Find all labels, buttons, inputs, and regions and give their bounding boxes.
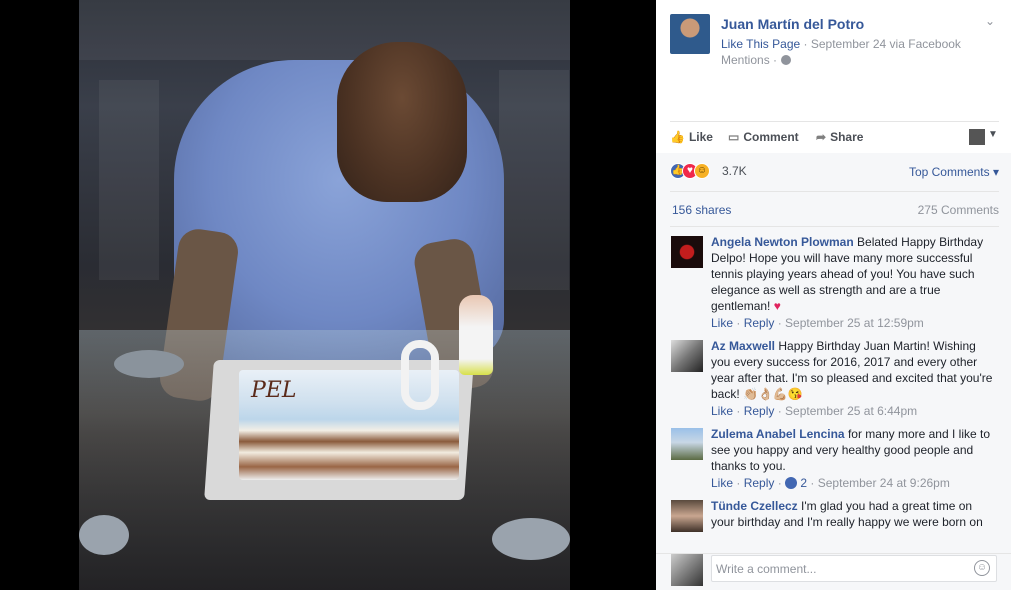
mentions-label[interactable]: Mentions ·: [721, 53, 777, 67]
haha-reaction-icon: ☺: [694, 163, 710, 179]
photo-stool-left: [79, 515, 129, 555]
heart-emoji: ♥: [773, 299, 781, 313]
emoji-icon[interactable]: ☺: [974, 560, 990, 576]
divider: [670, 226, 999, 227]
post-header: Juan Martín del Potro ⌄ Like This Page ·…: [656, 0, 1011, 120]
like-label: Like: [688, 130, 713, 144]
comment-reply-link[interactable]: Reply: [744, 316, 775, 330]
comment-time[interactable]: · September 24 at 9:26pm: [810, 476, 949, 490]
comment-like-count[interactable]: 2: [800, 476, 807, 490]
comment-time[interactable]: · September 25 at 12:59pm: [778, 316, 924, 330]
commenter-name[interactable]: Angela Newton Plowman: [711, 235, 854, 249]
divider: [670, 191, 999, 192]
commenter-avatar[interactable]: [671, 428, 703, 460]
comment-footer: Like · Reply · 2 · September 24 at 9:26p…: [711, 476, 950, 490]
post-meta: Like This Page · September 24 via Facebo…: [721, 37, 961, 51]
page-avatar[interactable]: [670, 14, 710, 54]
photo-candle: [401, 340, 439, 410]
comment-item: Zulema Anabel Lencina for many more and …: [656, 426, 1011, 490]
caret-down-icon: ▼: [988, 129, 998, 140]
my-avatar: [671, 554, 703, 586]
share-arrow-icon: ➦: [816, 130, 827, 144]
comment-input-box[interactable]: ☺: [711, 555, 997, 582]
globe-icon: [781, 55, 792, 65]
chevron-down-icon[interactable]: ⌄: [985, 14, 995, 28]
like-page-link[interactable]: Like This Page: [721, 37, 800, 51]
comments-count[interactable]: 275 Comments: [918, 203, 999, 217]
thumbs-up-icon: 👍: [670, 130, 685, 144]
comment-like-link[interactable]: Like: [711, 316, 733, 330]
photo-stool-top: [114, 350, 184, 378]
comment-label: Comment: [743, 130, 799, 144]
photo-cake-topper: [459, 295, 493, 375]
comment-list: Angela Newton Plowman Belated Happy Birt…: [656, 234, 1011, 544]
photo-viewer: PEL: [0, 0, 656, 590]
comment-button[interactable]: ▭ Comment: [728, 130, 799, 144]
comment-input[interactable]: [716, 560, 966, 578]
ufi-summary: 👍 ♥ ☺ 3.7K Top Comments ▾ 156 shares 275…: [656, 153, 1011, 553]
comment-body: Az Maxwell Happy Birthday Juan Martin! W…: [711, 338, 997, 402]
commenter-name[interactable]: Tünde Czellecz: [711, 499, 798, 513]
shares-link[interactable]: 156 shares: [672, 203, 731, 217]
comment-composer: ☺: [656, 553, 1011, 590]
comment-body: Tünde Czellecz I'm glad you had a great …: [711, 498, 997, 530]
commenter-avatar[interactable]: [671, 500, 703, 532]
comment-footer: Like · Reply · September 25 at 6:44pm: [711, 404, 918, 418]
like-badge-icon: [785, 477, 798, 489]
cake-lettering: PEL: [251, 378, 297, 403]
share-button[interactable]: ➦ Share: [816, 130, 863, 144]
comment-reply-link[interactable]: Reply: [744, 404, 775, 418]
commenter-avatar[interactable]: [671, 340, 703, 372]
post-photo[interactable]: PEL: [79, 0, 570, 590]
reaction-count[interactable]: 3.7K: [722, 164, 747, 178]
post-mentions: Mentions ·: [721, 53, 792, 67]
commenter-name[interactable]: Zulema Anabel Lencina: [711, 427, 845, 441]
comment-body: Angela Newton Plowman Belated Happy Birt…: [711, 234, 997, 314]
comment-reply-link[interactable]: Reply: [744, 476, 775, 490]
share-label: Share: [830, 130, 864, 144]
comment-item: Angela Newton Plowman Belated Happy Birt…: [656, 234, 1011, 330]
comment-time[interactable]: · September 25 at 6:44pm: [778, 404, 917, 418]
comment-body: Zulema Anabel Lencina for many more and …: [711, 426, 997, 474]
comment-emojis: 👏🏼👌🏼💪🏼😘: [743, 387, 803, 401]
comment-item: Tünde Czellecz I'm glad you had a great …: [656, 498, 1011, 532]
identity-avatar: [969, 129, 985, 145]
speech-bubble-icon: ▭: [728, 130, 740, 144]
comment-footer: Like · Reply · September 25 at 12:59pm: [711, 316, 924, 330]
action-bar: 👍 Like ▭ Comment ➦ Share ▼: [670, 121, 999, 153]
page-name-link[interactable]: Juan Martín del Potro: [721, 16, 864, 32]
comment-sort-dropdown[interactable]: Top Comments ▾: [909, 165, 999, 179]
commenter-avatar[interactable]: [671, 236, 703, 268]
post-date[interactable]: · September 24 via Facebook: [804, 37, 961, 51]
comment-like-link[interactable]: Like: [711, 404, 733, 418]
post-sidebar: Juan Martín del Potro ⌄ Like This Page ·…: [656, 0, 1011, 590]
like-button[interactable]: 👍 Like: [670, 130, 713, 144]
photo-head: [337, 42, 467, 202]
commenter-name[interactable]: Az Maxwell: [711, 339, 775, 353]
comment-item: Az Maxwell Happy Birthday Juan Martin! W…: [656, 338, 1011, 418]
comment-like-link[interactable]: Like: [711, 476, 733, 490]
photo-stool-right: [492, 518, 570, 560]
identity-picker[interactable]: ▼: [969, 128, 999, 146]
